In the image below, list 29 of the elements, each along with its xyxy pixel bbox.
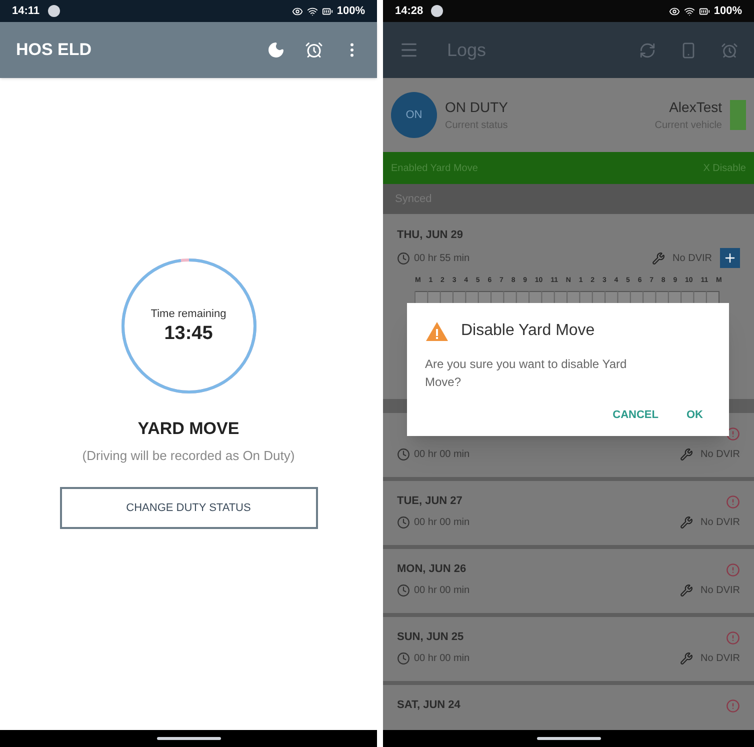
driver-name: AlexTest bbox=[669, 98, 722, 117]
log-date: SUN, JUN 25 bbox=[397, 630, 464, 646]
log-duration: 00 hr 00 min bbox=[414, 448, 470, 462]
log-date: THU, JUN 29 bbox=[397, 228, 464, 243]
duty-status: ON DUTY bbox=[445, 98, 509, 117]
dialog-message: Are you sure you want to disable Yard Move? bbox=[425, 356, 628, 391]
timer-label: Time remaining bbox=[150, 306, 226, 322]
timer-value: 13:45 bbox=[164, 322, 213, 346]
log-date: SAT, JUN 24 bbox=[397, 698, 460, 714]
status-title: YARD MOVE bbox=[138, 418, 240, 440]
clock-time: 14:28 bbox=[395, 4, 424, 19]
status-subtitle: (Driving will be recorded as On Duty) bbox=[82, 446, 295, 465]
log-date: TUE, JUN 27 bbox=[397, 494, 462, 510]
status-avatar: ON bbox=[391, 92, 437, 138]
app-title: HOS ELD bbox=[16, 39, 93, 62]
dvir-status: No DVIR bbox=[672, 252, 712, 266]
log-duration: 00 hr 00 min bbox=[414, 516, 470, 530]
dialog-title: Disable Yard Move bbox=[461, 321, 595, 341]
battery-percent: 100% bbox=[714, 4, 742, 19]
log-date: MON, JUN 26 bbox=[397, 562, 466, 578]
log-duration: 00 hr 00 min bbox=[414, 584, 470, 598]
log-duration: 00 hr 00 min bbox=[414, 652, 470, 666]
battery-percent: 100% bbox=[336, 4, 365, 19]
dvir-status: No DVIR bbox=[700, 652, 740, 666]
dvir-status: No DVIR bbox=[700, 448, 740, 462]
clock-time: 14:11 bbox=[12, 4, 40, 19]
dvir-status: No DVIR bbox=[700, 584, 740, 598]
log-duration: 00 hr 55 min bbox=[414, 252, 470, 266]
dvir-status: No DVIR bbox=[700, 516, 740, 530]
